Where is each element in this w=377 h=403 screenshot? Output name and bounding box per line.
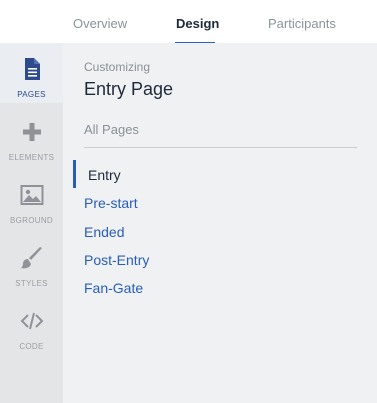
panel-eyebrow: Customizing bbox=[84, 60, 151, 74]
rail-item-code[interactable]: CODE bbox=[0, 295, 63, 355]
left-rail: PAGES ELEMENTS BGROUND STYLES CODE bbox=[0, 43, 63, 403]
brush-icon bbox=[20, 247, 42, 269]
tab-design[interactable]: Design bbox=[176, 16, 219, 31]
selected-indicator bbox=[73, 160, 76, 188]
rail-label-background: BGROUND bbox=[10, 216, 53, 225]
page-title: Entry Page bbox=[84, 79, 174, 99]
page-item-fan-gate[interactable]: Fan-Gate bbox=[84, 280, 143, 296]
all-pages-link[interactable]: All Pages bbox=[84, 122, 139, 137]
rail-label-pages: PAGES bbox=[17, 90, 46, 99]
customize-panel: Customizing Entry Page All Pages Entry P… bbox=[63, 43, 377, 403]
rail-label-code: CODE bbox=[19, 342, 44, 351]
rail-item-styles[interactable]: STYLES bbox=[0, 232, 63, 292]
image-icon bbox=[20, 185, 43, 205]
tab-participants[interactable]: Participants bbox=[268, 16, 336, 31]
plus-icon bbox=[22, 123, 41, 141]
page-icon bbox=[24, 58, 40, 80]
rail-label-styles: STYLES bbox=[15, 279, 48, 288]
rail-label-elements: ELEMENTS bbox=[8, 153, 55, 162]
top-tab-bar: Overview Design Participants bbox=[0, 0, 377, 43]
code-icon bbox=[20, 312, 43, 330]
rail-item-background[interactable]: BGROUND bbox=[0, 169, 63, 229]
rail-item-pages[interactable]: PAGES bbox=[0, 43, 63, 103]
page-item-post-entry[interactable]: Post-Entry bbox=[84, 252, 149, 268]
page-item-ended[interactable]: Ended bbox=[84, 224, 124, 240]
divider bbox=[84, 147, 357, 148]
page-item-entry[interactable]: Entry bbox=[88, 167, 121, 183]
tab-overview[interactable]: Overview bbox=[73, 16, 127, 31]
page-item-pre-start[interactable]: Pre-start bbox=[84, 195, 138, 211]
rail-item-elements[interactable]: ELEMENTS bbox=[0, 106, 63, 166]
